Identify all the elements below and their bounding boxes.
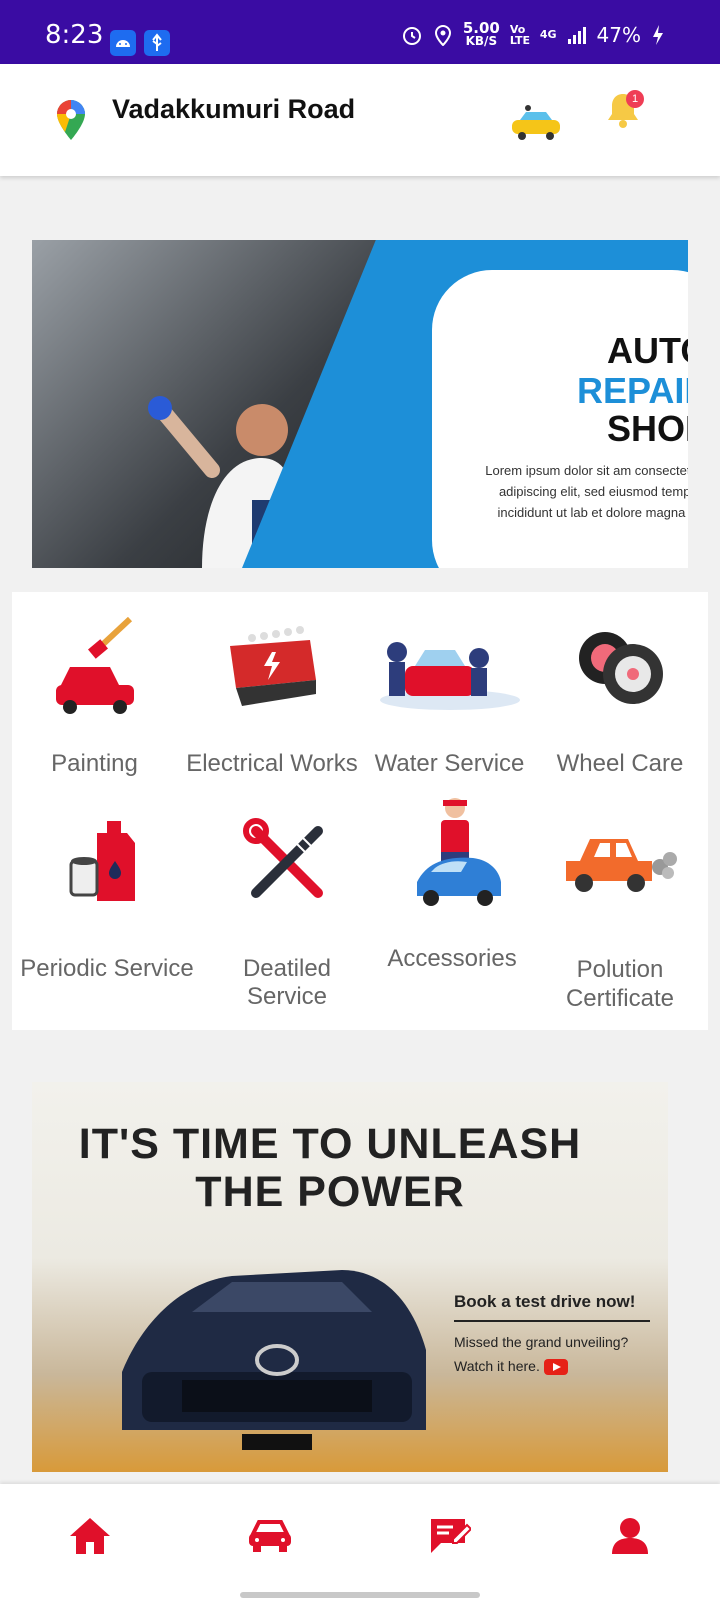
nav-profile[interactable] bbox=[600, 1506, 660, 1566]
clock: 8:23 bbox=[45, 20, 104, 50]
usb-icon bbox=[144, 30, 170, 56]
test-drive-cta[interactable]: Book a test drive now! bbox=[454, 1292, 635, 1312]
youtube-icon[interactable] bbox=[543, 1359, 568, 1376]
cta-divider bbox=[454, 1320, 650, 1322]
gesture-bar bbox=[240, 1592, 480, 1598]
location-icon bbox=[434, 24, 451, 46]
nav-home[interactable] bbox=[60, 1506, 120, 1566]
service-label: Polution Certificate bbox=[565, 956, 675, 1012]
network-type: 4G bbox=[539, 28, 557, 41]
signal-icon bbox=[567, 26, 586, 44]
banner-title-line2: REPAIR bbox=[577, 370, 688, 411]
volte-label: Vo LTE bbox=[509, 22, 531, 47]
promo-banner-fortuner[interactable]: IT'S TIME TO UNLEASH THE POWER Book a te… bbox=[32, 1082, 668, 1472]
service-label: Periodic Service bbox=[20, 955, 194, 982]
nav-vehicle[interactable] bbox=[240, 1506, 300, 1566]
service-label: Electrical Works bbox=[186, 750, 358, 777]
edit-note-icon bbox=[431, 1519, 471, 1553]
service-pollution-certificate[interactable]: Polution Certificate bbox=[532, 807, 708, 1013]
service-label: Accessories bbox=[387, 945, 517, 972]
painting-car-icon bbox=[12, 612, 177, 722]
car-wash-icon bbox=[367, 612, 532, 722]
service-detailed-service[interactable]: Deatiled Service bbox=[202, 807, 372, 1011]
android-debug-icon bbox=[110, 30, 136, 56]
banner-body-text: Lorem ipsum dolor sit am consectetur adi… bbox=[485, 463, 688, 520]
service-periodic-service[interactable]: Periodic Service bbox=[12, 807, 202, 983]
banner-title-line3: SHOP bbox=[607, 408, 688, 449]
notification-badge: 1 bbox=[626, 90, 644, 108]
car-service-logo-icon bbox=[512, 105, 560, 140]
service-label: Deatiled Service bbox=[242, 955, 332, 1010]
person-icon bbox=[612, 1518, 648, 1554]
service-label: Painting bbox=[51, 750, 138, 777]
service-wheel-care[interactable]: Wheel Care bbox=[532, 612, 708, 778]
bottom-navigation bbox=[0, 1484, 720, 1600]
maps-pin-icon[interactable] bbox=[55, 98, 87, 142]
service-label: Water Service bbox=[374, 750, 525, 777]
banner-subtext[interactable]: Missed the grand unveiling? Watch it her… bbox=[454, 1330, 664, 1378]
service-electrical-works[interactable]: Electrical Works bbox=[177, 612, 367, 778]
car-icon bbox=[249, 1520, 291, 1552]
battery-percent: 47% bbox=[596, 22, 641, 47]
suv-image bbox=[122, 1270, 426, 1450]
service-painting[interactable]: Painting bbox=[12, 612, 177, 778]
mechanic-car-icon bbox=[372, 787, 532, 917]
banner-headline: IT'S TIME TO UNLEASH THE POWER bbox=[78, 1120, 582, 1216]
service-label: Wheel Care bbox=[556, 750, 684, 777]
home-icon bbox=[70, 1518, 110, 1554]
network-speed: 5.00 KB/S bbox=[462, 19, 500, 48]
top-app-bar: Vadakkumuri Road 1 bbox=[0, 64, 720, 176]
service-water-service[interactable]: Water Service bbox=[367, 612, 532, 778]
nav-bookings[interactable] bbox=[420, 1506, 480, 1566]
car-battery-icon bbox=[177, 612, 367, 722]
alarm-icon bbox=[402, 26, 421, 45]
service-accessories[interactable]: Accessories bbox=[372, 787, 532, 973]
location-title[interactable]: Vadakkumuri Road bbox=[112, 94, 355, 125]
promo-banner-auto-repair[interactable]: AUTO REPAIR SHOP Lorem ipsum dolor sit a… bbox=[32, 240, 688, 568]
banner-title-line1: AUTO bbox=[607, 330, 688, 371]
status-bar: 8:23 5.00 KB/S Vo LTE 4G 47% bbox=[0, 0, 720, 64]
status-icons: 5.00 KB/S Vo LTE 4G 47% bbox=[401, 19, 665, 48]
wrench-shock-icon bbox=[202, 807, 372, 917]
oil-filter-icon bbox=[12, 807, 202, 917]
services-grid: Painting Electrical Works Water Service … bbox=[12, 592, 708, 1030]
wheel-tire-icon bbox=[532, 612, 708, 722]
car-exhaust-icon bbox=[532, 807, 708, 917]
charging-icon bbox=[653, 24, 663, 45]
